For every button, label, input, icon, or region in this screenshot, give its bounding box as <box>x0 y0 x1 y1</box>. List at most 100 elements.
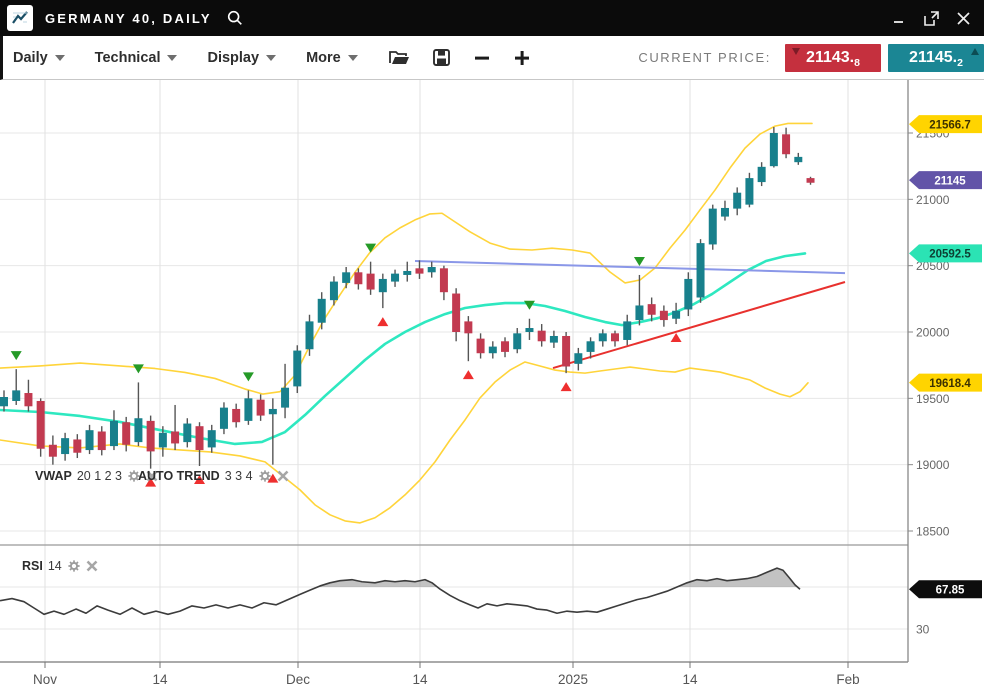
candle-body <box>24 393 32 406</box>
menu-display[interactable]: Display <box>207 50 276 66</box>
buy-signal-triangle-icon <box>377 317 388 326</box>
minimize-icon[interactable] <box>888 7 910 29</box>
candle-body <box>330 282 338 301</box>
date-axis-label: Nov <box>33 672 57 687</box>
axis-price-badge-label: 67.85 <box>936 585 965 597</box>
sell-signal-triangle-icon <box>11 351 22 360</box>
app-window: GERMANY 40, DAILY <box>0 0 984 694</box>
candle-body <box>562 336 570 367</box>
candlestick-chart-canvas[interactable]: 2150021000205002000019500190001850030Nov… <box>0 80 984 694</box>
price-axis-label: 21000 <box>916 193 950 207</box>
current-price-label: CURRENT PRICE: <box>638 50 771 65</box>
candle-body <box>697 243 705 297</box>
candle-body <box>745 178 753 205</box>
candle-body <box>648 304 656 315</box>
candle-body <box>354 272 362 284</box>
axis-price-badge-label: 21145 <box>934 175 966 187</box>
candle-body <box>134 418 142 442</box>
price-down-arrow-icon <box>792 48 800 55</box>
zoom-in-icon[interactable] <box>513 49 531 67</box>
date-axis-label: 14 <box>152 672 168 687</box>
menu-timeframe-label: Daily <box>13 50 48 66</box>
menu-technical-label: Technical <box>95 50 161 66</box>
candle-body <box>244 398 252 421</box>
candle-body <box>733 193 741 209</box>
menu-timeframe[interactable]: Daily <box>13 50 65 66</box>
candle-body <box>464 321 472 333</box>
auto-trend-params: 3 3 4 <box>225 469 253 483</box>
candle-body <box>171 432 179 444</box>
candle-body <box>794 157 802 162</box>
price-axis-label: 19500 <box>916 392 950 406</box>
candle-body <box>367 274 375 290</box>
folder-open-icon[interactable] <box>388 48 410 67</box>
candle-body <box>538 331 546 342</box>
candle-body <box>342 272 350 283</box>
candle-body <box>635 305 643 320</box>
vwap-line <box>0 253 805 444</box>
search-icon[interactable] <box>226 9 244 27</box>
candle-body <box>770 133 778 166</box>
rsi-name: RSI <box>22 559 43 573</box>
candle-body <box>660 311 668 320</box>
menu-more-label: More <box>306 50 341 66</box>
candle-body <box>293 351 301 387</box>
candle-body <box>208 430 216 447</box>
candle-body <box>623 321 631 340</box>
candle-body <box>415 268 423 273</box>
ask-price-value: 21145. <box>909 49 957 67</box>
candle-body <box>110 421 118 446</box>
candle-body <box>587 341 595 352</box>
price-axis-label: 19000 <box>916 458 950 472</box>
candle-body <box>513 333 521 349</box>
candle-body <box>196 426 204 450</box>
candle-body <box>281 388 289 408</box>
buy-signal-triangle-icon <box>463 370 474 379</box>
save-icon[interactable] <box>432 48 451 67</box>
candle-body <box>232 409 240 422</box>
candle-body <box>440 268 448 292</box>
axis-price-badge-label: 20592.5 <box>929 249 971 261</box>
menu-more[interactable]: More <box>306 50 358 66</box>
candle-body <box>550 336 558 343</box>
close-icon[interactable] <box>86 560 98 572</box>
menu-technical[interactable]: Technical <box>95 50 178 66</box>
candle-body <box>525 328 533 332</box>
candle-body <box>709 209 717 245</box>
buy-signal-triangle-icon <box>561 382 572 391</box>
date-axis-label: 14 <box>412 672 428 687</box>
candle-body <box>782 134 790 154</box>
candle-body <box>0 397 8 406</box>
candle-body <box>49 445 57 457</box>
lower-band-line <box>0 362 808 523</box>
rsi-overbought-fill <box>677 568 797 587</box>
zoom-out-icon[interactable] <box>473 49 491 67</box>
candle-body <box>147 421 155 452</box>
candle-body <box>306 321 314 349</box>
bid-price-badge: 21143.8 <box>785 44 881 72</box>
auto-trend-name: AUTO TREND <box>138 469 220 483</box>
candle-body <box>758 167 766 182</box>
rsi-indicator-label: RSI 14 <box>22 559 98 573</box>
resistance-trendline[interactable] <box>415 261 845 273</box>
rsi-axis-label: 30 <box>916 623 930 637</box>
close-icon[interactable] <box>952 7 974 29</box>
date-axis-label: Feb <box>836 672 859 687</box>
candle-body <box>98 432 106 451</box>
window-controls <box>888 7 984 29</box>
candle-body <box>391 274 399 282</box>
gear-icon[interactable] <box>67 559 81 573</box>
gear-icon[interactable] <box>258 469 272 483</box>
popout-icon[interactable] <box>920 7 942 29</box>
close-icon[interactable] <box>277 470 289 482</box>
date-axis-label: 14 <box>682 672 698 687</box>
price-axis-label: 20000 <box>916 326 950 340</box>
candle-body <box>428 267 436 272</box>
title-bar: GERMANY 40, DAILY <box>0 0 984 36</box>
rsi-params: 14 <box>48 559 62 573</box>
chart-area[interactable]: 2150021000205002000019500190001850030Nov… <box>0 80 984 694</box>
vwap-name: VWAP <box>35 469 72 483</box>
axis-price-badge-label: 19618.4 <box>929 378 971 390</box>
vwap-params: 20 1 2 3 <box>77 469 122 483</box>
chevron-down-icon <box>55 55 65 61</box>
